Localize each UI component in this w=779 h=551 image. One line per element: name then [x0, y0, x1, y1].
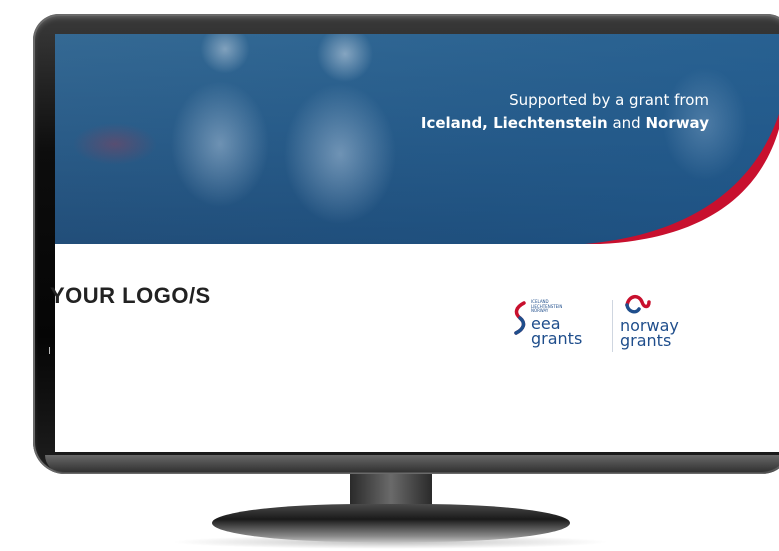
- logo-placeholder-text: YOUR LOGO/S: [50, 283, 211, 308]
- logo-divider: [612, 300, 613, 352]
- monitor-stand-base: [212, 504, 570, 542]
- eea-symbol-icon: [514, 301, 526, 335]
- eea-grants-logo: ICELAND LIECHTENSTEIN NORWAY eea grants: [512, 297, 602, 357]
- monitor-bezel-bottom: [45, 455, 779, 473]
- grant-line-2: Iceland, Liechtenstein and Norway: [420, 114, 709, 132]
- grant-support-text: Supported by a grant from Iceland, Liech…: [421, 89, 709, 135]
- grant-line-1: Supported by a grant from: [509, 91, 709, 109]
- norway-grants-logo: norway grants: [620, 293, 710, 357]
- monitor-screen: Supported by a grant from Iceland, Liech…: [55, 34, 779, 452]
- norway-symbol-icon: [625, 295, 651, 314]
- eea-country-list: ICELAND LIECHTENSTEIN NORWAY: [531, 299, 563, 313]
- red-curve-decoration: [585, 114, 779, 244]
- norway-wordmark: norway grants: [620, 316, 679, 350]
- text-cursor-mark: [49, 347, 50, 354]
- cyclists-banner-image: Supported by a grant from Iceland, Liech…: [55, 34, 779, 244]
- eea-wordmark: eea grants: [531, 314, 583, 348]
